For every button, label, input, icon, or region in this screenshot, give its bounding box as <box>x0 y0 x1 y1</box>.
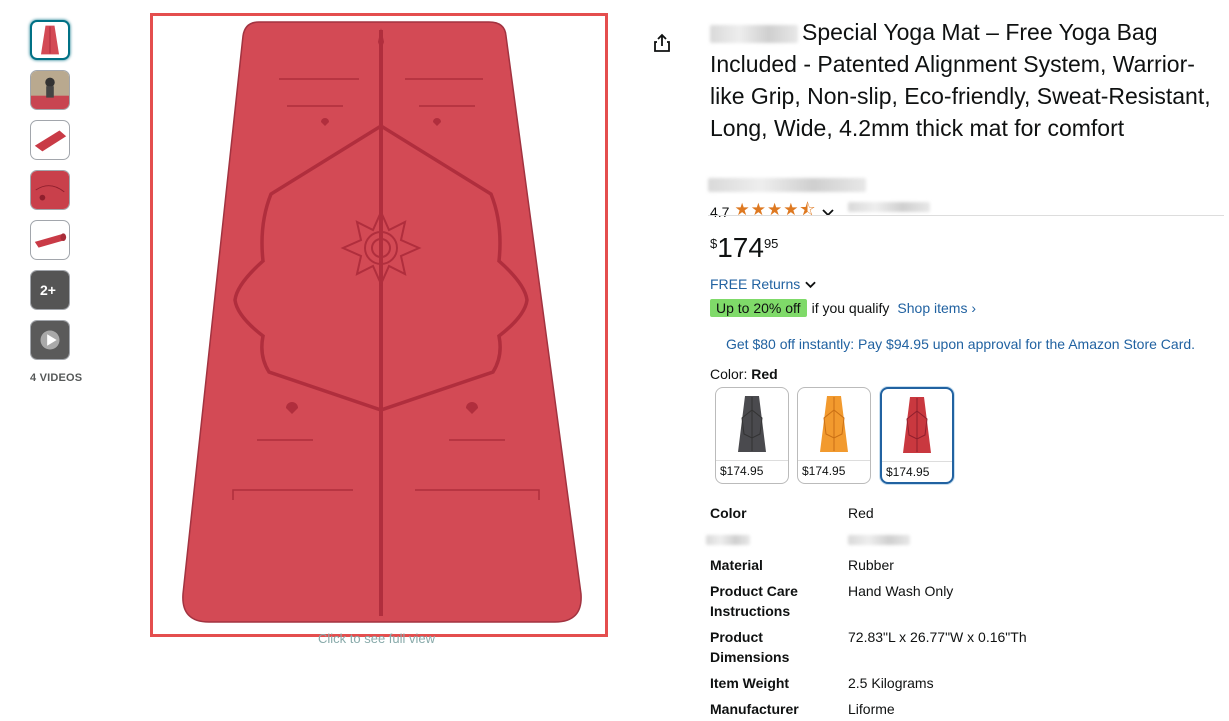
store-card-offer-link[interactable]: Get $80 off instantly: Pay $94.95 upon a… <box>726 336 1195 352</box>
store-link-redacted[interactable] <box>708 178 866 192</box>
spec-value: 72.83"L x 26.77"W x 0.16"Th <box>848 629 1027 645</box>
spec-value: Red <box>848 505 874 521</box>
promo-text: if you qualify <box>811 300 890 316</box>
black-mat-icon <box>738 396 766 452</box>
thumbnail-lifestyle[interactable] <box>30 70 70 110</box>
rating-value: 4.7 <box>710 203 730 220</box>
orange-mat-icon <box>820 396 848 452</box>
color-label: Color: Red <box>710 366 778 382</box>
share-icon[interactable] <box>652 33 672 53</box>
rating-stars-icon[interactable]: ★★★★⯪ <box>734 197 816 226</box>
thumbnail-video[interactable] <box>30 320 70 360</box>
main-product-image[interactable] <box>150 13 608 637</box>
free-returns-label: FREE Returns <box>710 276 801 292</box>
swatch-orange[interactable]: $174.95 <box>797 387 871 484</box>
thumbnail-mat-angle[interactable] <box>30 120 70 160</box>
spec-key: Item Weight <box>710 675 790 691</box>
divider <box>708 215 1224 216</box>
color-label-prefix: Color: <box>710 366 748 382</box>
full-view-link[interactable]: Click to see full view <box>318 631 435 646</box>
chevron-down-icon[interactable] <box>821 204 834 220</box>
thumbnail-mat-front[interactable] <box>30 20 70 60</box>
promo-row: Up to 20% off if you qualify Shop items … <box>710 299 976 317</box>
thumbnail-strip: 2+ <box>30 20 72 370</box>
swatch-black[interactable]: $174.95 <box>715 387 789 484</box>
spec-value: Rubber <box>848 557 894 573</box>
videos-label: 4 VIDEOS <box>30 372 83 384</box>
price: $ 174 95 <box>710 232 778 264</box>
spec-key: Product Dimensions <box>710 629 790 665</box>
promo-badge: Up to 20% off <box>710 299 807 317</box>
spec-value-redacted <box>848 535 910 545</box>
spec-key-redacted <box>706 535 750 545</box>
thumbnail-mat-detail[interactable] <box>30 170 70 210</box>
swatch-price: $174.95 <box>886 465 930 479</box>
red-mat-icon <box>903 397 931 453</box>
free-returns-link[interactable]: FREE Returns <box>710 276 816 292</box>
spec-value: 2.5 Kilograms <box>848 675 934 691</box>
price-fraction: 95 <box>763 236 779 251</box>
more-count: 2+ <box>40 282 56 298</box>
chevron-down-icon <box>805 276 816 292</box>
spec-key: Color <box>710 505 747 521</box>
shop-items-link[interactable]: Shop items › <box>897 300 976 316</box>
price-whole: 174 <box>717 232 764 263</box>
swatch-price: $174.95 <box>802 464 846 478</box>
color-selected-value: Red <box>751 366 778 382</box>
spec-key: Product Care Instructions <box>710 583 798 619</box>
spec-value: Liforme <box>848 701 895 717</box>
brand-redacted <box>710 24 798 43</box>
spec-key: Manufacturer <box>710 701 799 717</box>
swatch-red[interactable]: $174.95 <box>880 387 954 484</box>
rating-row[interactable]: 4.7 ★★★★⯪ <box>710 197 834 226</box>
spec-key: Material <box>710 557 763 573</box>
spec-value: Hand Wash Only <box>848 583 954 599</box>
thumbnail-more[interactable]: 2+ <box>30 270 70 310</box>
ratings-count-redacted[interactable] <box>848 202 930 212</box>
swatch-price: $174.95 <box>720 464 764 478</box>
yoga-mat-image <box>182 21 582 623</box>
price-symbol: $ <box>710 236 718 251</box>
thumbnail-mat-rolled[interactable] <box>30 220 70 260</box>
product-title: Special Yoga Mat – Free Yoga Bag Include… <box>710 16 1225 144</box>
